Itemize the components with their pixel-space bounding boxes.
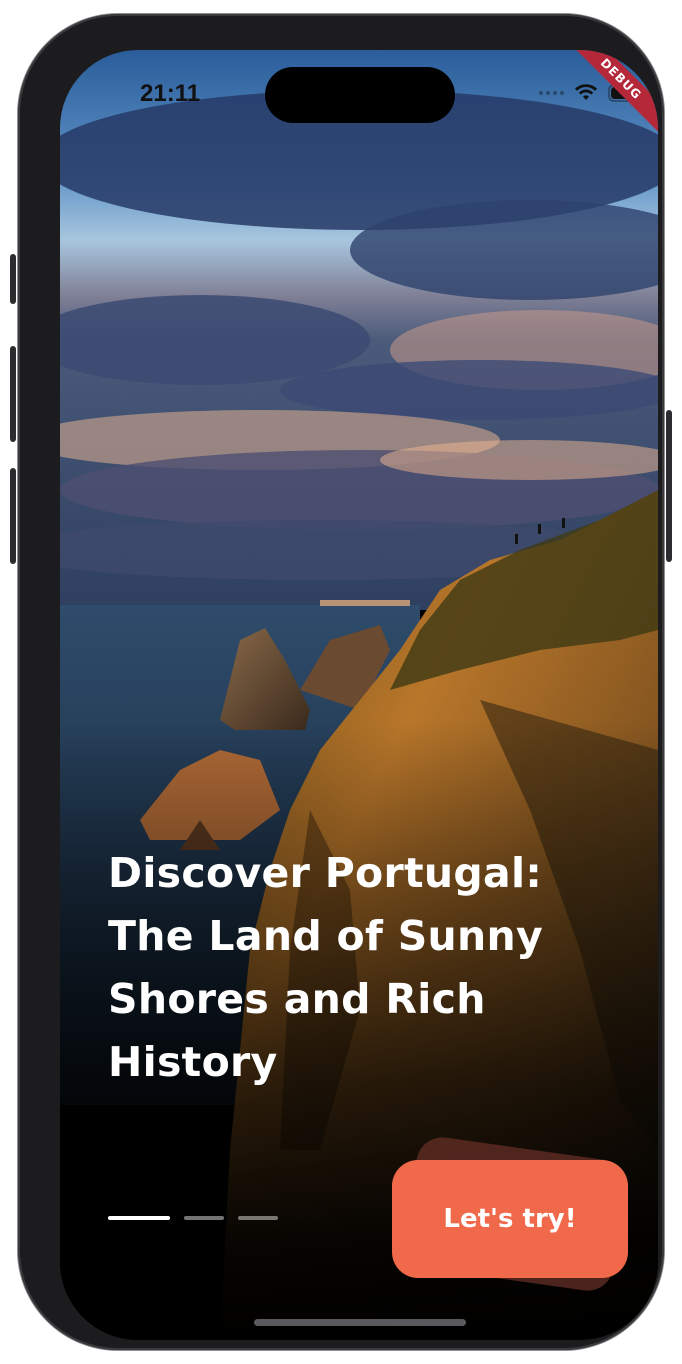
page-dot[interactable] — [238, 1216, 278, 1220]
background-photo — [60, 50, 658, 1340]
page-indicator — [108, 1216, 278, 1220]
page-dot[interactable] — [184, 1216, 224, 1220]
power-button — [666, 410, 672, 562]
wifi-icon — [575, 84, 597, 100]
volume-up-button — [10, 346, 16, 442]
action-button — [10, 254, 16, 304]
page-dot-active[interactable] — [108, 1216, 170, 1220]
lets-try-button[interactable]: Let's try! — [392, 1160, 628, 1278]
phone-frame: 21:11 DEBUG Discover Portugal: The Land … — [10, 14, 672, 1350]
app-screen: 21:11 DEBUG Discover Portugal: The Land … — [60, 50, 658, 1340]
cellular-icon — [539, 91, 564, 95]
onboarding-headline: Discover Portugal: The Land of Sunny Sho… — [108, 849, 544, 1086]
home-indicator[interactable] — [254, 1319, 466, 1326]
status-time: 21:11 — [140, 80, 201, 107]
dynamic-island — [265, 67, 455, 123]
volume-down-button — [10, 468, 16, 564]
